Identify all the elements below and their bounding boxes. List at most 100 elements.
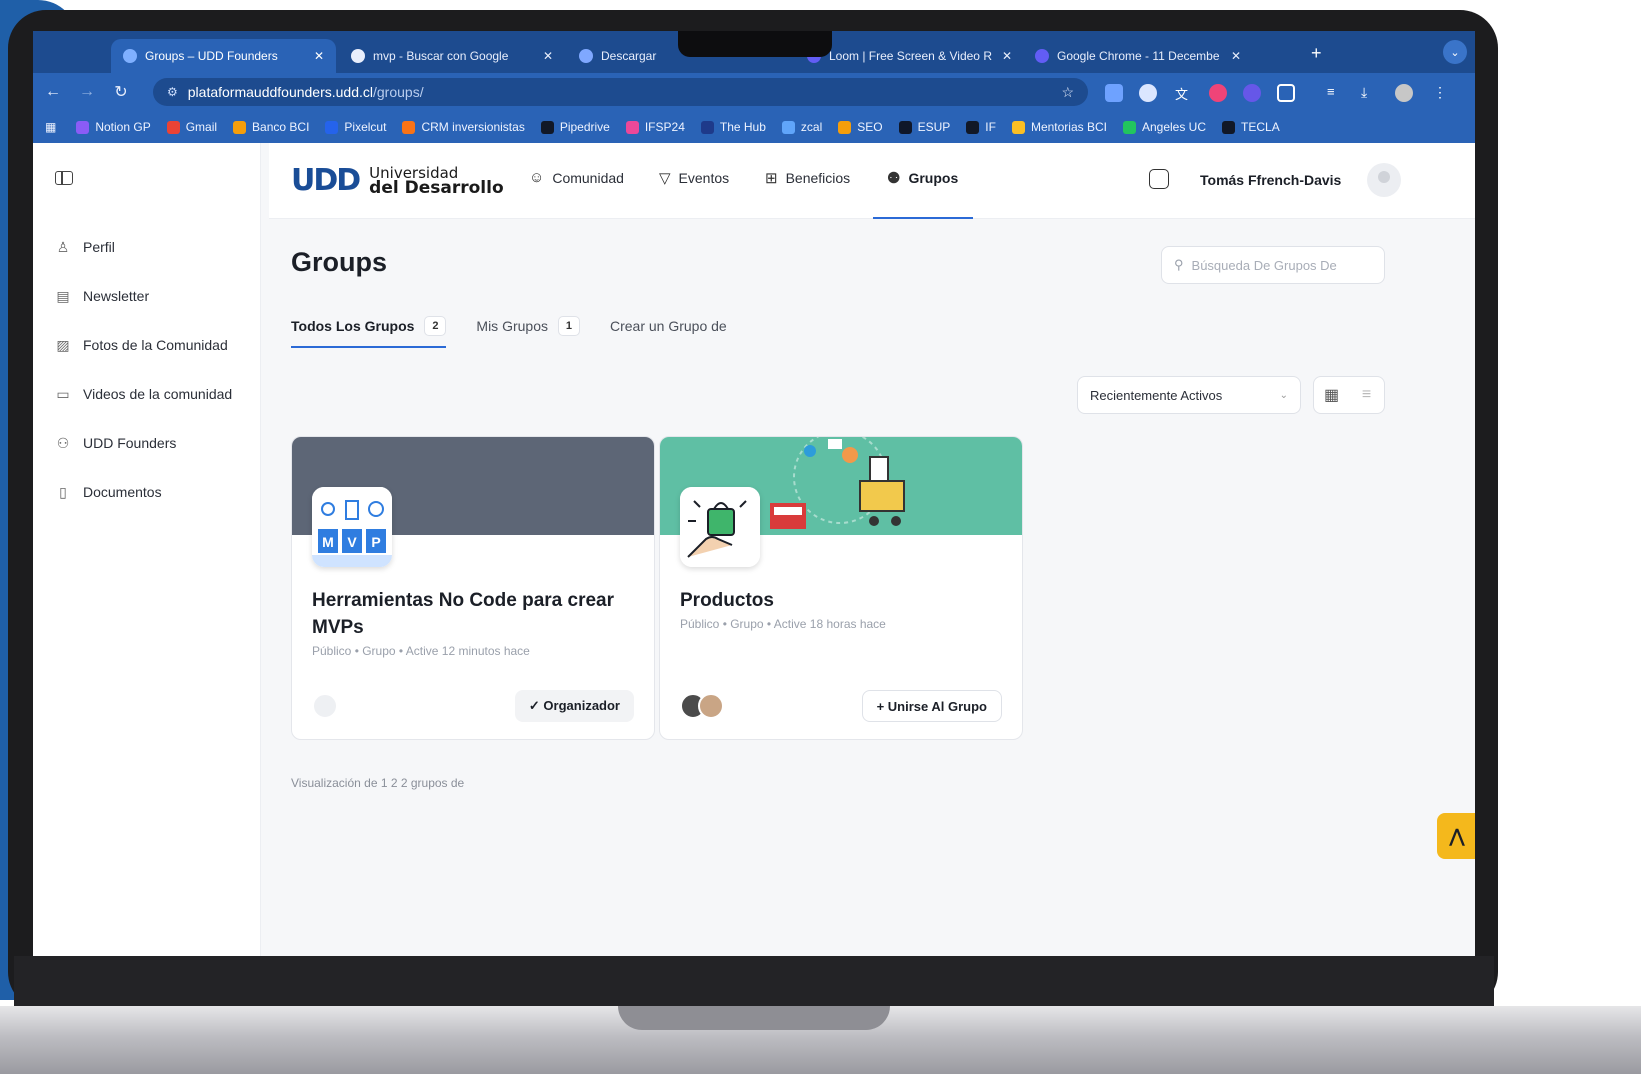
forward-icon[interactable]: → <box>73 83 101 101</box>
bookmark-seo[interactable]: SEO <box>838 120 883 134</box>
bookmark-icon <box>540 120 554 134</box>
tab-crear-grupo[interactable]: Crear un Grupo de <box>610 318 727 334</box>
extension-icon[interactable] <box>1243 84 1261 102</box>
tab-chrome-doc[interactable]: Google Chrome - 11 Decembe ✕ <box>1023 39 1253 73</box>
tab-favicon-icon <box>579 49 593 63</box>
bookmark-banco-bci[interactable]: Banco BCI <box>233 120 309 134</box>
organizer-button[interactable]: ✓ Organizador <box>514 690 634 722</box>
logo-line-2: del Desarrollo <box>369 177 504 198</box>
nav-label: Comunidad <box>552 169 624 186</box>
bookmark-mentorias-bci[interactable]: Mentorias BCI <box>1011 120 1107 134</box>
tab-title: Google Chrome - 11 Decembe <box>1057 49 1220 63</box>
bookmark-label: ESUP <box>917 120 951 134</box>
close-icon[interactable]: ✕ <box>992 49 1012 63</box>
tab-favicon-icon <box>1035 49 1049 63</box>
bookmark-label: Pixelcut <box>344 120 387 134</box>
bookmark-star-icon[interactable]: ☆ <box>1061 84 1074 101</box>
bookmark-notion-gp[interactable]: Notion GP <box>76 120 151 134</box>
user-name[interactable]: Tomás Ffrench-Davis <box>1200 172 1341 188</box>
extension-icon[interactable] <box>1139 84 1157 102</box>
svg-text:V: V <box>347 534 357 550</box>
user-icon: ♙ <box>56 238 70 255</box>
tab-mis-grupos[interactable]: Mis Grupos 1 <box>476 316 580 336</box>
group-meta: Público • Grupo • Active 12 minutos hace <box>312 644 530 658</box>
bookmark-the-hub[interactable]: The Hub <box>700 120 766 134</box>
group-title[interactable]: Herramientas No Code para crear MVPs <box>312 587 632 641</box>
translate-icon[interactable]: 文 <box>1175 84 1193 102</box>
inbox-icon[interactable] <box>1149 169 1169 189</box>
members-icon: ⚇ <box>56 434 70 451</box>
camera-notch <box>678 31 832 57</box>
web-page: ♙ Perfil ▤ Newsletter ▨ Fotos de la Comu… <box>33 143 1475 956</box>
search-input[interactable]: ⚲ Búsqueda De Grupos De <box>1161 246 1385 284</box>
bookmark-pixelcut[interactable]: Pixelcut <box>325 120 386 134</box>
bookmark-icon <box>1222 120 1236 134</box>
bookmark-ifsp24[interactable]: IFSP24 <box>625 120 685 134</box>
grid-view-icon[interactable]: ▦ <box>1314 377 1349 413</box>
tab-google-search[interactable]: mvp - Buscar con Google ✕ <box>339 39 565 73</box>
tab-search-icon[interactable]: ⌄ <box>1443 40 1467 64</box>
logo-mark: UDD <box>291 163 361 198</box>
bookmark-label: IFSP24 <box>644 120 685 134</box>
tab-descargar[interactable]: Descargar <box>567 39 677 73</box>
sidebar-item-udd-founders[interactable]: ⚇ UDD Founders <box>53 433 177 453</box>
back-icon[interactable]: ← <box>39 83 67 101</box>
reading-list-icon[interactable]: ≡ <box>1327 84 1345 102</box>
bookmark-gmail[interactable]: Gmail <box>166 120 217 134</box>
bookmark-angeles-uc[interactable]: Angeles UC <box>1122 120 1206 134</box>
reload-icon[interactable]: ↻ <box>107 82 135 102</box>
sort-select[interactable]: Recientemente Activos ⌄ <box>1077 376 1301 414</box>
nav-eventos[interactable]: ▽ Eventos <box>659 169 729 187</box>
bookmark-crm[interactable]: CRM inversionistas <box>402 120 525 134</box>
avatar[interactable] <box>1367 163 1401 197</box>
kebab-menu-icon[interactable]: ⋮ <box>1433 84 1451 102</box>
video-icon: ▭ <box>56 385 70 402</box>
bookmark-tecla[interactable]: TECLA <box>1222 120 1280 134</box>
groups-icon: ⚉ <box>887 170 901 187</box>
bookmark-esup[interactable]: ESUP <box>898 120 951 134</box>
close-icon[interactable]: ✕ <box>1221 49 1241 63</box>
profile-avatar[interactable] <box>1395 84 1413 102</box>
mvp-logo-icon: M V P <box>312 487 392 567</box>
bookmark-zcal[interactable]: zcal <box>781 120 823 134</box>
bookmark-label: zcal <box>800 120 823 134</box>
group-card[interactable]: M V P Herramientas No Code para crear MV… <box>291 436 655 740</box>
member-avatar <box>698 693 724 719</box>
udd-logo[interactable]: UDD Universidad del Desarrollo <box>291 163 504 198</box>
sidebar-item-perfil[interactable]: ♙ Perfil <box>53 237 115 257</box>
google-icon <box>351 49 365 63</box>
sidebar-item-videos[interactable]: ▭ Videos de la comunidad <box>53 384 232 404</box>
funnel-icon: ▽ <box>659 170 671 187</box>
extensions-puzzle-icon[interactable] <box>1277 84 1295 102</box>
tab-groups[interactable]: Groups – UDD Founders ✕ <box>111 39 336 73</box>
extension-icon[interactable] <box>1209 84 1227 102</box>
tab-todos-los-grupos[interactable]: Todos Los Grupos 2 <box>291 316 447 348</box>
bookmark-pipedrive[interactable]: Pipedrive <box>540 120 610 134</box>
help-launcher-icon[interactable]: ⋀ <box>1437 813 1475 859</box>
translate-extension-icon[interactable] <box>1105 84 1123 102</box>
svg-text:P: P <box>371 534 380 550</box>
group-title[interactable]: Productos <box>680 587 1000 614</box>
download-icon[interactable]: ⤓ <box>1361 84 1379 102</box>
join-group-button[interactable]: + Unirse Al Grupo <box>861 690 1002 722</box>
bookmark-if[interactable]: IF <box>966 120 996 134</box>
new-tab-button[interactable]: + <box>1311 43 1322 64</box>
sidebar-item-fotos[interactable]: ▨ Fotos de la Comunidad <box>53 335 228 355</box>
site-info-icon[interactable]: ⚙ <box>167 85 178 99</box>
group-avatar: M V P <box>312 487 392 567</box>
list-view-icon[interactable]: ≡ <box>1349 377 1384 413</box>
sidebar-item-documentos[interactable]: ▯ Documentos <box>53 482 161 502</box>
close-icon[interactable]: ✕ <box>304 49 324 63</box>
sidebar-item-label: Fotos de la Comunidad <box>83 337 228 353</box>
sidebar-toggle-icon[interactable] <box>55 171 73 185</box>
address-bar[interactable]: ⚙ plataformauddfounders.udd.cl/groups/ ☆ <box>153 78 1088 106</box>
nav-beneficios[interactable]: ⊞ Beneficios <box>765 169 850 187</box>
group-card[interactable]: Productos Público • Grupo • Active 18 ho… <box>659 436 1023 740</box>
url-path: /groups/ <box>373 84 424 100</box>
nav-grupos[interactable]: ⚉ Grupos <box>887 169 958 187</box>
sidebar-item-newsletter[interactable]: ▤ Newsletter <box>53 286 149 306</box>
nav-comunidad[interactable]: ☺ Comunidad <box>529 169 624 186</box>
sidebar-item-label: Perfil <box>83 239 115 255</box>
apps-icon[interactable]: ▦ <box>45 120 56 134</box>
close-icon[interactable]: ✕ <box>533 49 553 63</box>
